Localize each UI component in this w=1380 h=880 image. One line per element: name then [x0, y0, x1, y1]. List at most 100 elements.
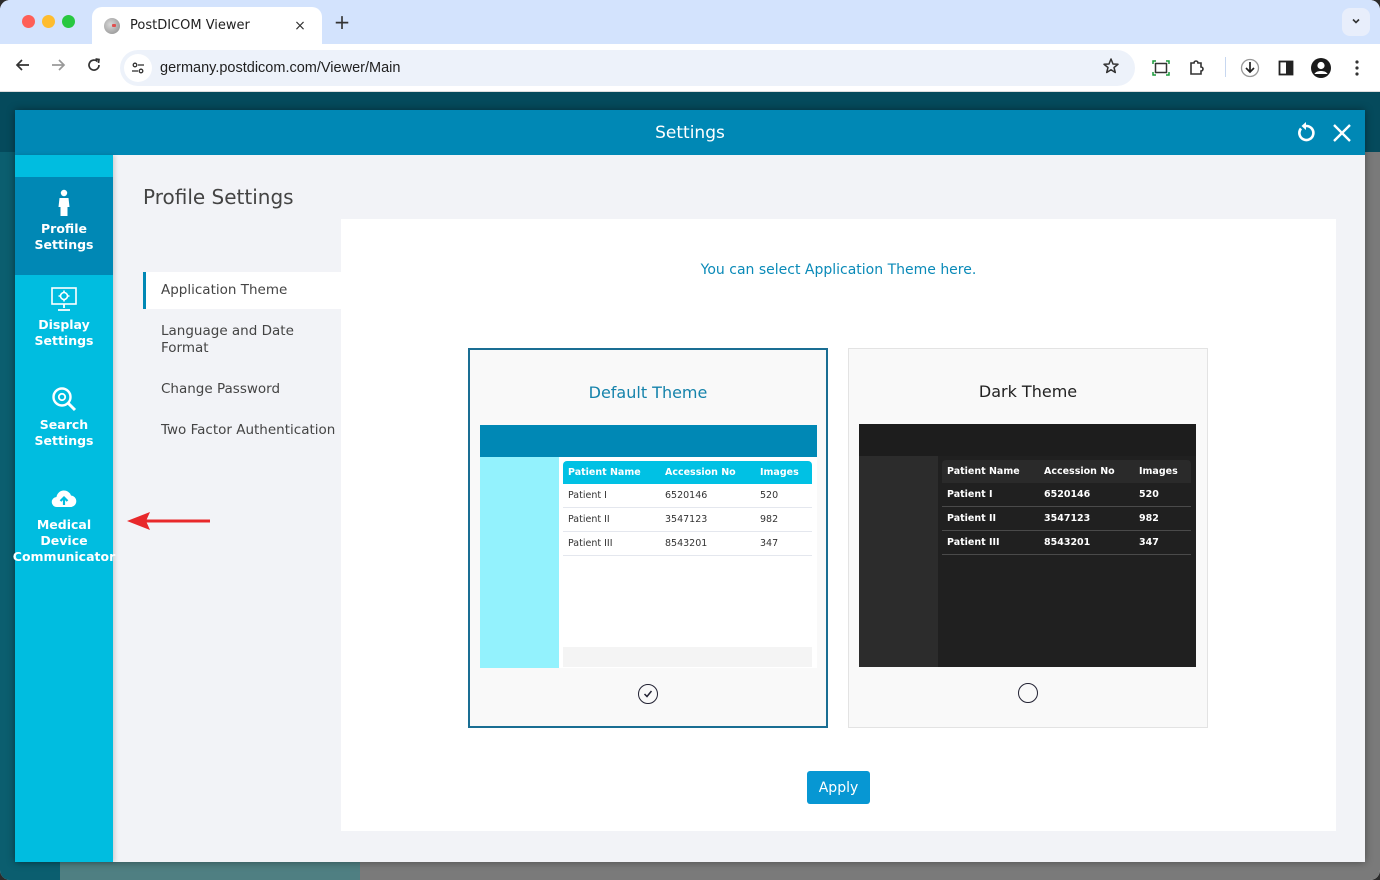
table-cell: 6520146: [1044, 489, 1091, 500]
settings-rail: Profile Settings Display Settings Search…: [12, 155, 116, 862]
column-header: Patient Name: [947, 466, 1020, 477]
table-row: Patient II 3547123 982: [563, 508, 812, 532]
submenu-item-change-password[interactable]: Change Password: [143, 371, 341, 408]
address-bar[interactable]: germany.postdicom.com/Viewer/Main: [120, 50, 1135, 86]
reload-button[interactable]: [82, 56, 106, 80]
monitor-gear-icon: [50, 285, 78, 313]
url-text[interactable]: germany.postdicom.com/Viewer/Main: [160, 60, 1099, 76]
close-window-button[interactable]: [22, 15, 35, 28]
preview-footer: [563, 647, 812, 667]
new-tab-button[interactable]: +: [330, 10, 354, 34]
default-theme-card[interactable]: Default Theme Patient Name Accession No …: [468, 348, 828, 728]
table-row: Patient II 3547123 982: [942, 507, 1191, 531]
preview-table: Patient Name Accession No Images Patient…: [563, 461, 812, 556]
table-cell: Patient III: [947, 537, 1000, 548]
preview-table-header: Patient Name Accession No Images: [942, 460, 1191, 483]
site-info-button[interactable]: [124, 54, 152, 82]
browser-tab[interactable]: PostDICOM Viewer ×: [92, 7, 322, 44]
submenu-item-application-theme[interactable]: Application Theme: [143, 272, 341, 309]
theme-panel: You can select Application Theme here. D…: [341, 219, 1336, 831]
rail-label-line1: Search: [39, 417, 89, 432]
default-theme-radio[interactable]: [638, 684, 658, 704]
profile-button[interactable]: [1309, 56, 1333, 80]
theme-preview: Patient Name Accession No Images Patient…: [480, 425, 817, 668]
minimize-window-button[interactable]: [42, 15, 55, 28]
rail-item-medical-device-communicator[interactable]: Medical Device Communicator: [12, 485, 116, 575]
apply-button[interactable]: Apply: [807, 771, 870, 804]
screen-capture-button[interactable]: [1149, 56, 1173, 80]
chevron-down-icon: [1352, 18, 1360, 24]
table-cell: 6520146: [665, 490, 708, 501]
toolbar-divider: [1225, 57, 1226, 77]
reset-icon: [1298, 122, 1315, 142]
rail-label-line1: Display: [38, 317, 90, 332]
downloads-button[interactable]: [1238, 56, 1262, 80]
modal-title: Settings: [655, 122, 725, 143]
bookmark-button[interactable]: [1099, 57, 1123, 80]
table-row: Patient III 8543201 347: [942, 531, 1191, 555]
annotation-arrow-icon: [127, 512, 210, 530]
rail-label-line2: Settings: [34, 237, 94, 252]
extensions-button[interactable]: [1185, 56, 1209, 80]
table-cell: Patient I: [947, 489, 993, 500]
star-icon: [1103, 57, 1119, 73]
search-gear-icon: [50, 385, 78, 413]
download-icon: [1240, 58, 1260, 78]
side-panel-button[interactable]: [1274, 56, 1298, 80]
reset-button[interactable]: [1293, 120, 1319, 146]
settings-modal: Settings Profile Settings Display Settin…: [12, 110, 1365, 862]
column-header: Accession No: [1044, 466, 1115, 477]
rail-label-line2: Settings: [34, 433, 94, 448]
browser-menu-button[interactable]: [1345, 56, 1369, 80]
tune-icon: [132, 62, 144, 74]
table-cell: 520: [1139, 489, 1159, 500]
profile-submenu: Application Theme Language and Date Form…: [143, 272, 341, 449]
table-cell: 3547123: [1044, 513, 1091, 524]
kebab-menu-icon: [1355, 60, 1359, 76]
close-button[interactable]: [1329, 120, 1355, 146]
close-icon: [1333, 124, 1351, 142]
theme-card-title: Default Theme: [588, 383, 708, 402]
side-panel-icon: [1278, 60, 1294, 76]
table-cell: 347: [1139, 537, 1159, 548]
rail-item-display-settings[interactable]: Display Settings: [15, 285, 113, 375]
table-cell: 520: [760, 490, 779, 501]
preview-table: Patient Name Accession No Images Patient…: [942, 460, 1191, 555]
tab-close-icon[interactable]: ×: [290, 18, 310, 34]
maximize-window-button[interactable]: [62, 15, 75, 28]
submenu-item-two-factor-authentication[interactable]: Two Factor Authentication: [143, 412, 341, 449]
theme-preview: Patient Name Accession No Images Patient…: [859, 424, 1196, 667]
column-header: Accession No: [665, 467, 736, 478]
table-cell: 982: [1139, 513, 1159, 524]
puzzle-icon: [1190, 60, 1204, 75]
preview-sidebar: [859, 456, 938, 667]
dark-theme-card[interactable]: Dark Theme Patient Name Accession No Ima…: [848, 348, 1208, 728]
table-row: Patient I 6520146 520: [942, 483, 1191, 507]
rail-label-line1: Medical Device: [36, 517, 92, 548]
submenu-item-language-date-format[interactable]: Language and Date Format: [143, 313, 341, 367]
table-row: Patient III 8543201 347: [563, 532, 812, 556]
preview-header: [859, 424, 1196, 456]
browser-window: PostDICOM Viewer × + germany.postdicom.c…: [0, 0, 1380, 880]
back-button[interactable]: [11, 56, 35, 80]
table-cell: 982: [760, 514, 779, 525]
rail-label-line2: Settings: [34, 333, 94, 348]
table-row: Patient I 6520146 520: [563, 484, 812, 508]
rail-label-line2: Communicator: [12, 549, 116, 564]
table-cell: 8543201: [1044, 537, 1091, 548]
column-header: Images: [760, 467, 799, 478]
arrow-left-icon: [15, 59, 29, 71]
forward-button[interactable]: [46, 56, 70, 80]
screen-capture-icon: [1152, 60, 1170, 76]
table-cell: Patient II: [947, 513, 997, 524]
page-title: Profile Settings: [143, 185, 294, 209]
rail-label-line1: Profile: [41, 221, 87, 236]
column-header: Images: [1139, 466, 1178, 477]
rail-item-profile-settings[interactable]: Profile Settings: [15, 177, 113, 275]
dark-theme-radio[interactable]: [1018, 683, 1038, 703]
tab-search-button[interactable]: [1342, 8, 1370, 36]
check-icon: [643, 690, 653, 698]
rail-item-search-settings[interactable]: Search Settings: [15, 385, 113, 475]
table-cell: 8543201: [665, 538, 708, 549]
person-icon: [50, 189, 78, 217]
